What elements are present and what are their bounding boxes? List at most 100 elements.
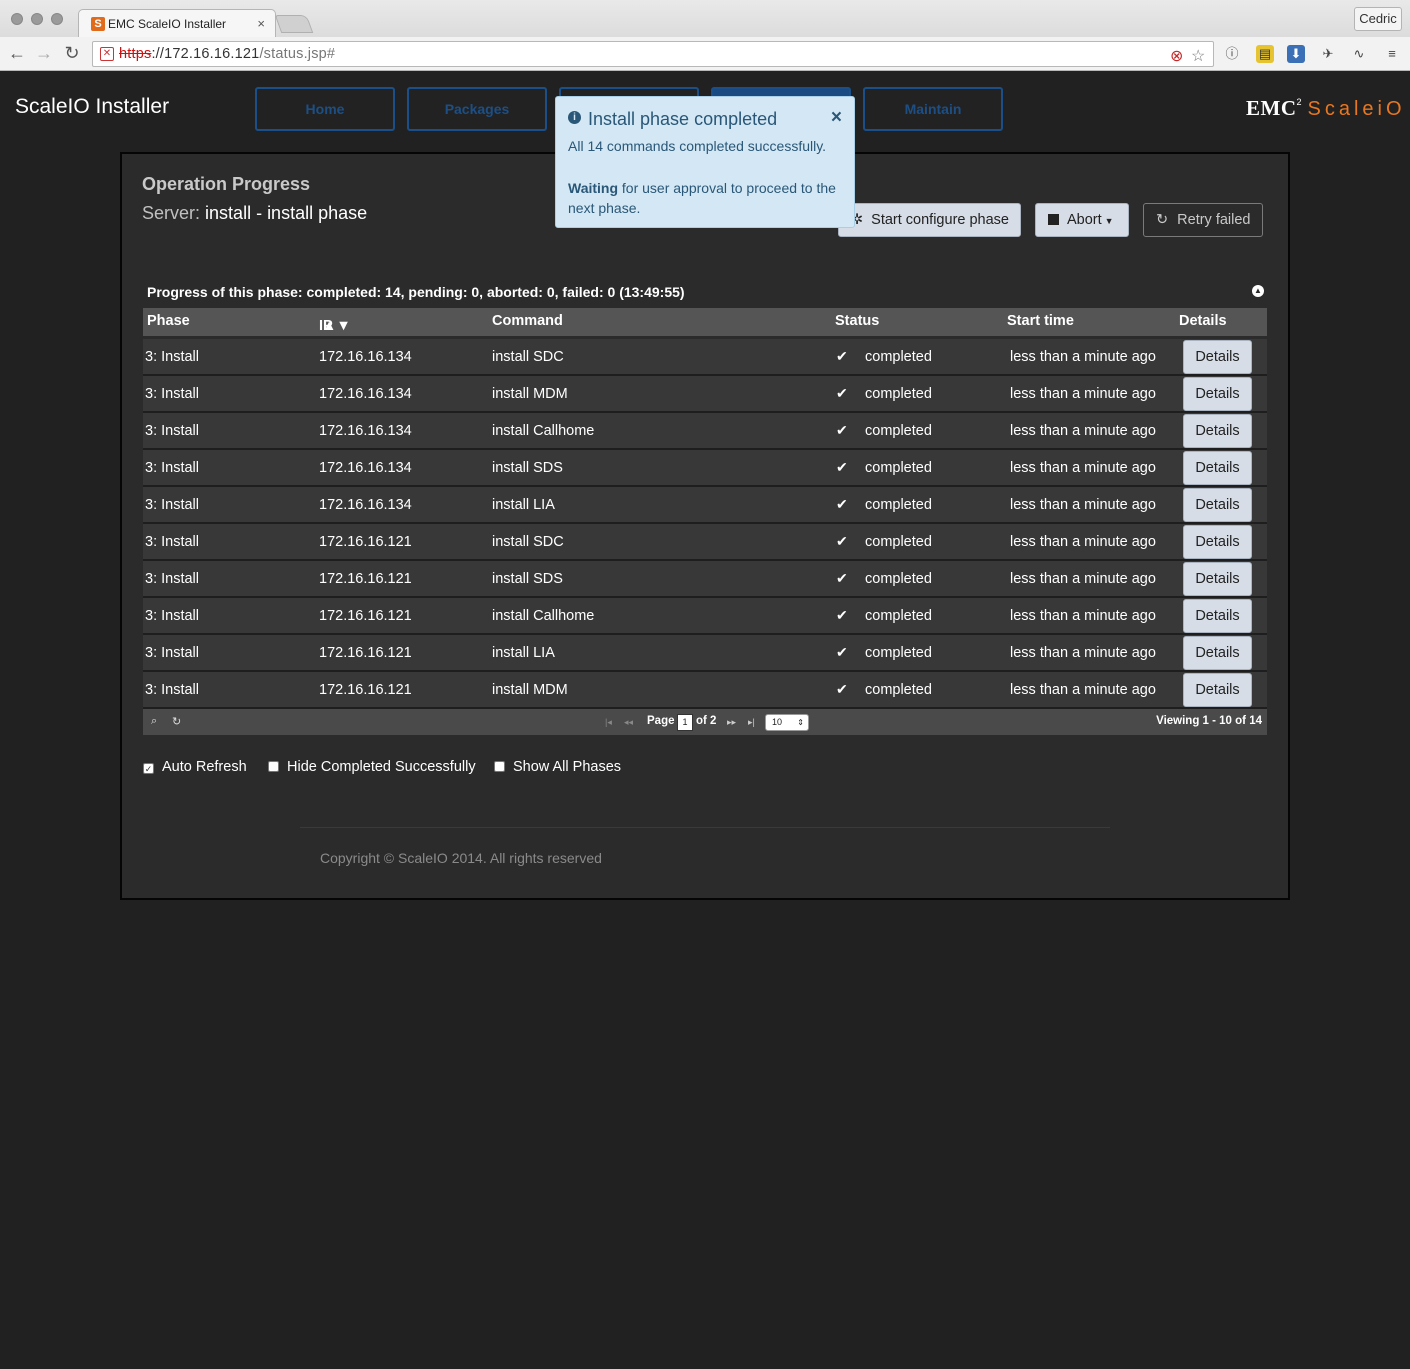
nav-packages-button[interactable]: Packages bbox=[407, 87, 547, 131]
cell-status: completed bbox=[865, 386, 932, 402]
details-button[interactable]: Details bbox=[1183, 636, 1252, 670]
browser-tab[interactable]: S EMC ScaleIO Installer × bbox=[78, 9, 276, 37]
reload-icon[interactable]: ↻ bbox=[62, 43, 82, 64]
address-bar[interactable]: ✕ https://172.16.16.121/status.jsp# ⊗ ☆ bbox=[92, 41, 1214, 67]
download-extension-icon[interactable]: ⬇ bbox=[1287, 45, 1305, 63]
details-button[interactable]: Details bbox=[1183, 377, 1252, 411]
details-button[interactable]: Details bbox=[1183, 525, 1252, 559]
cell-status: completed bbox=[865, 423, 932, 439]
notes-extension-icon[interactable]: ▤ bbox=[1256, 45, 1274, 63]
satellite-extension-icon[interactable]: ✈ bbox=[1319, 45, 1337, 63]
hide-completed-option[interactable]: Hide Completed Successfully bbox=[268, 759, 476, 775]
details-button[interactable]: Details bbox=[1183, 599, 1252, 633]
server-value: install - install phase bbox=[205, 203, 368, 223]
details-button[interactable]: Details bbox=[1183, 451, 1252, 485]
hide-completed-checkbox[interactable] bbox=[268, 761, 279, 772]
window-minimize-button[interactable] bbox=[31, 13, 43, 25]
check-icon: ✔ bbox=[836, 644, 848, 660]
cell-phase: 3: Install bbox=[145, 349, 199, 365]
cell-command: install SDC bbox=[492, 534, 564, 550]
next-page-icon[interactable]: ▸▸ bbox=[727, 717, 736, 728]
menu-icon[interactable]: ≡ bbox=[1383, 45, 1401, 63]
server-label: Server: bbox=[142, 203, 201, 223]
cell-command: install LIA bbox=[492, 645, 555, 661]
bookmark-star-icon[interactable]: ☆ bbox=[1191, 46, 1205, 66]
cell-ip: 172.16.16.134 bbox=[319, 386, 412, 402]
table-row: 3: Install 172.16.16.121 install Callhome ✔… bbox=[143, 598, 1267, 635]
page-number-input[interactable]: 1 bbox=[677, 714, 693, 731]
cell-ip: 172.16.16.134 bbox=[319, 497, 412, 513]
auto-refresh-checkbox[interactable]: ✓ bbox=[143, 763, 154, 774]
back-icon[interactable]: ← bbox=[7, 43, 27, 64]
cell-command: install SDS bbox=[492, 571, 563, 587]
cell-phase: 3: Install bbox=[145, 571, 199, 587]
col-phase[interactable]: Phase bbox=[147, 313, 190, 329]
cell-phase: 3: Install bbox=[145, 386, 199, 402]
viewing-range: Viewing 1 - 10 of 14 bbox=[1156, 715, 1262, 727]
cell-command: install Callhome bbox=[492, 608, 595, 624]
tab-close-icon[interactable]: × bbox=[257, 16, 265, 31]
cell-ip: 172.16.16.121 bbox=[319, 608, 412, 624]
check-icon: ✔ bbox=[836, 385, 848, 401]
show-all-phases-option[interactable]: Show All Phases bbox=[494, 759, 621, 775]
details-button[interactable]: Details bbox=[1183, 562, 1252, 596]
details-button[interactable]: Details bbox=[1183, 488, 1252, 522]
footer-divider bbox=[300, 827, 1110, 828]
col-status[interactable]: Status bbox=[835, 313, 879, 329]
check-icon: ✔ bbox=[836, 496, 848, 512]
cell-phase: 3: Install bbox=[145, 682, 199, 698]
prev-page-icon[interactable]: ◂◂ bbox=[624, 717, 633, 728]
table-row: 3: Install 172.16.16.134 install SDC ✔ compl… bbox=[143, 339, 1267, 376]
details-button[interactable]: Details bbox=[1183, 414, 1252, 448]
refresh-icon[interactable]: ↻ bbox=[172, 715, 181, 728]
cell-phase: 3: Install bbox=[145, 608, 199, 624]
cell-start-time: less than a minute ago bbox=[1010, 682, 1156, 698]
details-button[interactable]: Details bbox=[1183, 340, 1252, 374]
nav-maintain-button[interactable]: Maintain bbox=[863, 87, 1003, 131]
profile-button[interactable]: Cedric bbox=[1354, 7, 1402, 31]
forward-icon[interactable]: → bbox=[34, 43, 54, 64]
url-text: https://172.16.16.121/status.jsp# bbox=[119, 46, 336, 62]
nav-home-button[interactable]: Home bbox=[255, 87, 395, 131]
retry-failed-button[interactable]: ↻ Retry failed bbox=[1143, 203, 1263, 237]
info-icon: i bbox=[568, 111, 581, 124]
table-row: 3: Install 172.16.16.134 install Callhome ✔… bbox=[143, 413, 1267, 450]
cell-start-time: less than a minute ago bbox=[1010, 534, 1156, 550]
col-command[interactable]: Command bbox=[492, 313, 563, 329]
rows-per-page-select[interactable]: 10 ⇕ bbox=[765, 714, 809, 731]
collapse-icon[interactable]: ▲ bbox=[1252, 285, 1264, 297]
col-details[interactable]: Details bbox=[1179, 313, 1227, 329]
window-close-button[interactable] bbox=[11, 13, 23, 25]
show-all-phases-checkbox[interactable] bbox=[494, 761, 505, 772]
cell-command: install LIA bbox=[492, 497, 555, 513]
alert-close-icon[interactable]: × bbox=[831, 107, 842, 129]
check-icon: ✔ bbox=[836, 533, 848, 549]
block-icon[interactable]: ⊗ bbox=[1170, 46, 1183, 66]
app-title: ScaleIO Installer bbox=[15, 95, 170, 118]
table-row: 3: Install 172.16.16.121 install SDC ✔ compl… bbox=[143, 524, 1267, 561]
info-extension-icon[interactable]: ⓘ bbox=[1223, 45, 1241, 63]
cell-start-time: less than a minute ago bbox=[1010, 497, 1156, 513]
start-configure-phase-button[interactable]: ✲ Start configure phase bbox=[838, 203, 1021, 237]
table-row: 3: Install 172.16.16.121 install MDM ✔ compl… bbox=[143, 672, 1267, 709]
cell-command: install SDC bbox=[492, 349, 564, 365]
new-tab-button[interactable] bbox=[274, 15, 314, 33]
check-icon: ✔ bbox=[836, 422, 848, 438]
cell-status: completed bbox=[865, 460, 932, 476]
table-row: 3: Install 172.16.16.121 install LIA ✔ compl… bbox=[143, 635, 1267, 672]
operation-title: Operation Progress bbox=[142, 174, 311, 194]
check-icon: ✔ bbox=[836, 570, 848, 586]
table-row: 3: Install 172.16.16.134 install LIA ✔ compl… bbox=[143, 487, 1267, 524]
pulse-extension-icon[interactable]: ∿ bbox=[1350, 45, 1368, 63]
abort-button[interactable]: Abort ▼ bbox=[1035, 203, 1129, 237]
cell-status: completed bbox=[865, 608, 932, 624]
tab-title: EMC ScaleIO Installer bbox=[108, 17, 227, 31]
search-icon[interactable]: ⌕ bbox=[151, 715, 157, 728]
details-button[interactable]: Details bbox=[1183, 673, 1252, 707]
col-start-time[interactable]: Start time bbox=[1007, 313, 1074, 329]
window-zoom-button[interactable] bbox=[51, 13, 63, 25]
last-page-icon[interactable]: ▸| bbox=[748, 717, 755, 728]
first-page-icon[interactable]: |◂ bbox=[605, 717, 612, 728]
auto-refresh-option[interactable]: ✓ Auto Refresh bbox=[143, 759, 247, 775]
cell-phase: 3: Install bbox=[145, 460, 199, 476]
